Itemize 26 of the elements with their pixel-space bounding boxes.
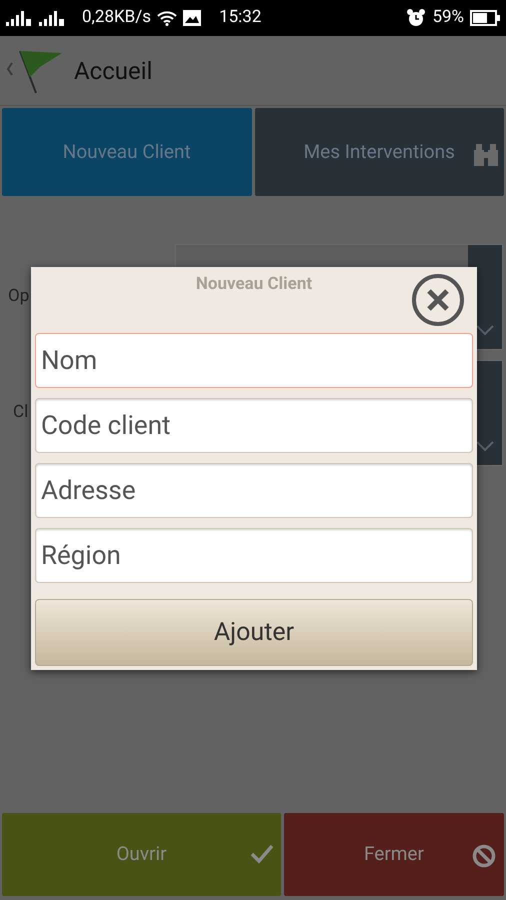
text-field[interactable]: Code client [35,398,473,453]
wifi-icon [157,10,178,26]
image-icon [183,10,202,26]
prohibited-icon [472,844,496,868]
dialog-title: Nouveau Client [196,273,312,296]
tab[interactable]: Nouveau Client [2,108,252,196]
close-button[interactable]: Fermer [284,813,504,896]
page-title: Accueil [74,56,152,86]
add-button[interactable]: Ajouter [35,599,473,666]
clock-time: 15:32 [219,6,262,30]
open-button[interactable]: Ouvrir [2,813,281,896]
field-label: Cl [13,401,28,424]
network-speed: 0,28KB/s [82,6,152,30]
text-field[interactable]: Région [35,528,473,583]
checkmark-icon [250,844,273,864]
text-field[interactable]: Adresse [35,463,473,518]
close-icon[interactable] [411,273,465,327]
text-field[interactable]: Nom [35,333,473,388]
field-label: Op [8,285,30,308]
binoculars-icon [474,142,498,166]
chevron-down-icon [476,441,494,451]
battery-percent: 59% [432,6,464,30]
battery-icon [470,10,500,26]
alarm-icon [406,9,426,27]
tab[interactable]: Mes Interventions [254,108,504,196]
chevron-down-icon [476,325,494,335]
